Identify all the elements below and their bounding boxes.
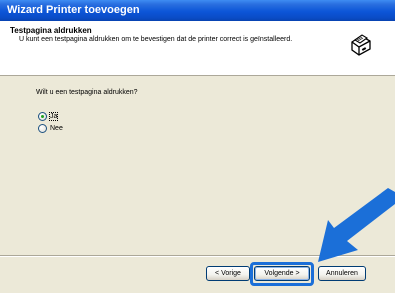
title-bar: Wizard Printer toevoegen [0,0,395,21]
window-title: Wizard Printer toevoegen [7,4,140,16]
header-title: Testpagina aldrukken [10,26,92,35]
back-button[interactable]: < Vorige [206,266,250,281]
option-yes[interactable]: Ja [38,111,59,121]
option-yes-label: Ja [48,111,59,121]
radio-no[interactable] [38,123,47,133]
wizard-window: Wizard Printer toevoegen Testpagina aldr… [0,0,395,293]
question-label: Wilt u een testpagina aldrukken? [36,89,138,96]
printer-icon [347,31,373,57]
radio-yes[interactable] [38,111,47,121]
option-no[interactable]: Nee [38,123,63,133]
cancel-button[interactable]: Annuleren [318,266,366,281]
header-subtitle: U kunt een testpagina aldrukken om te be… [19,36,293,43]
option-no-label: Nee [50,124,63,132]
arrow-pointer-icon [318,188,395,262]
